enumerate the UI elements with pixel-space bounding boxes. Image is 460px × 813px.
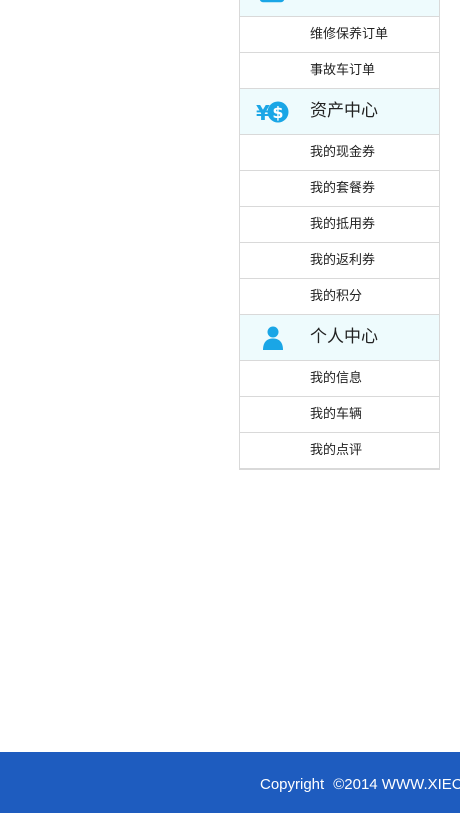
menu-item-points[interactable]: 我的积分 [240,279,439,315]
menu-item-label: 我的积分 [310,289,363,304]
menu-item-label: 维修保养订单 [310,27,389,42]
menu-item-label: 我的抵用券 [310,217,376,232]
menu-item-label: 我的套餐券 [310,181,376,196]
section-title-assets: 资产中心 [310,101,378,121]
copyright-label: Copyright [260,776,325,793]
sidebar-menu: 维修保养订单 事故车订单 ¥ $ 资产中心 我的现金券 我的套餐券 我的抵用券 [239,0,440,470]
menu-item-my-reviews[interactable]: 我的点评 [240,433,439,468]
section-title-personal: 个人中心 [310,327,378,347]
section-header-assets[interactable]: ¥ $ 资产中心 [240,89,439,135]
menu-item-package-coupons[interactable]: 我的套餐券 [240,171,439,207]
menu-item-my-vehicles[interactable]: 我的车辆 [240,397,439,433]
menu-item-label: 我的返利券 [310,253,376,268]
user-icon [256,324,290,352]
menu-item-label: 事故车订单 [310,63,376,78]
menu-item-maintenance-orders[interactable]: 维修保养订单 [240,17,439,53]
footer: Copyright ©2014 WWW.XIEC [0,752,460,813]
menu-item-my-info[interactable]: 我的信息 [240,361,439,397]
menu-item-accident-orders[interactable]: 事故车订单 [240,53,439,89]
svg-text:$: $ [272,103,283,122]
menu-item-label: 我的点评 [310,443,363,458]
currency-yen-dollar-icon: ¥ $ [256,98,290,126]
menu-item-cash-coupons[interactable]: 我的现金券 [240,135,439,171]
menu-item-label: 我的车辆 [310,407,363,422]
menu-item-voucher-coupons[interactable]: 我的抵用券 [240,207,439,243]
menu-item-label: 我的信息 [310,371,363,386]
section-header-personal[interactable]: 个人中心 [240,315,439,361]
section-header-orders[interactable] [240,0,439,17]
menu-item-label: 我的现金券 [310,145,376,160]
copyright-site: ©2014 WWW.XIEC [333,776,460,793]
copyright-text: Copyright ©2014 WWW.XIEC [260,752,460,813]
order-list-icon [256,0,290,8]
menu-item-rebate-coupons[interactable]: 我的返利券 [240,243,439,279]
page: 维修保养订单 事故车订单 ¥ $ 资产中心 我的现金券 我的套餐券 我的抵用券 [0,0,460,813]
